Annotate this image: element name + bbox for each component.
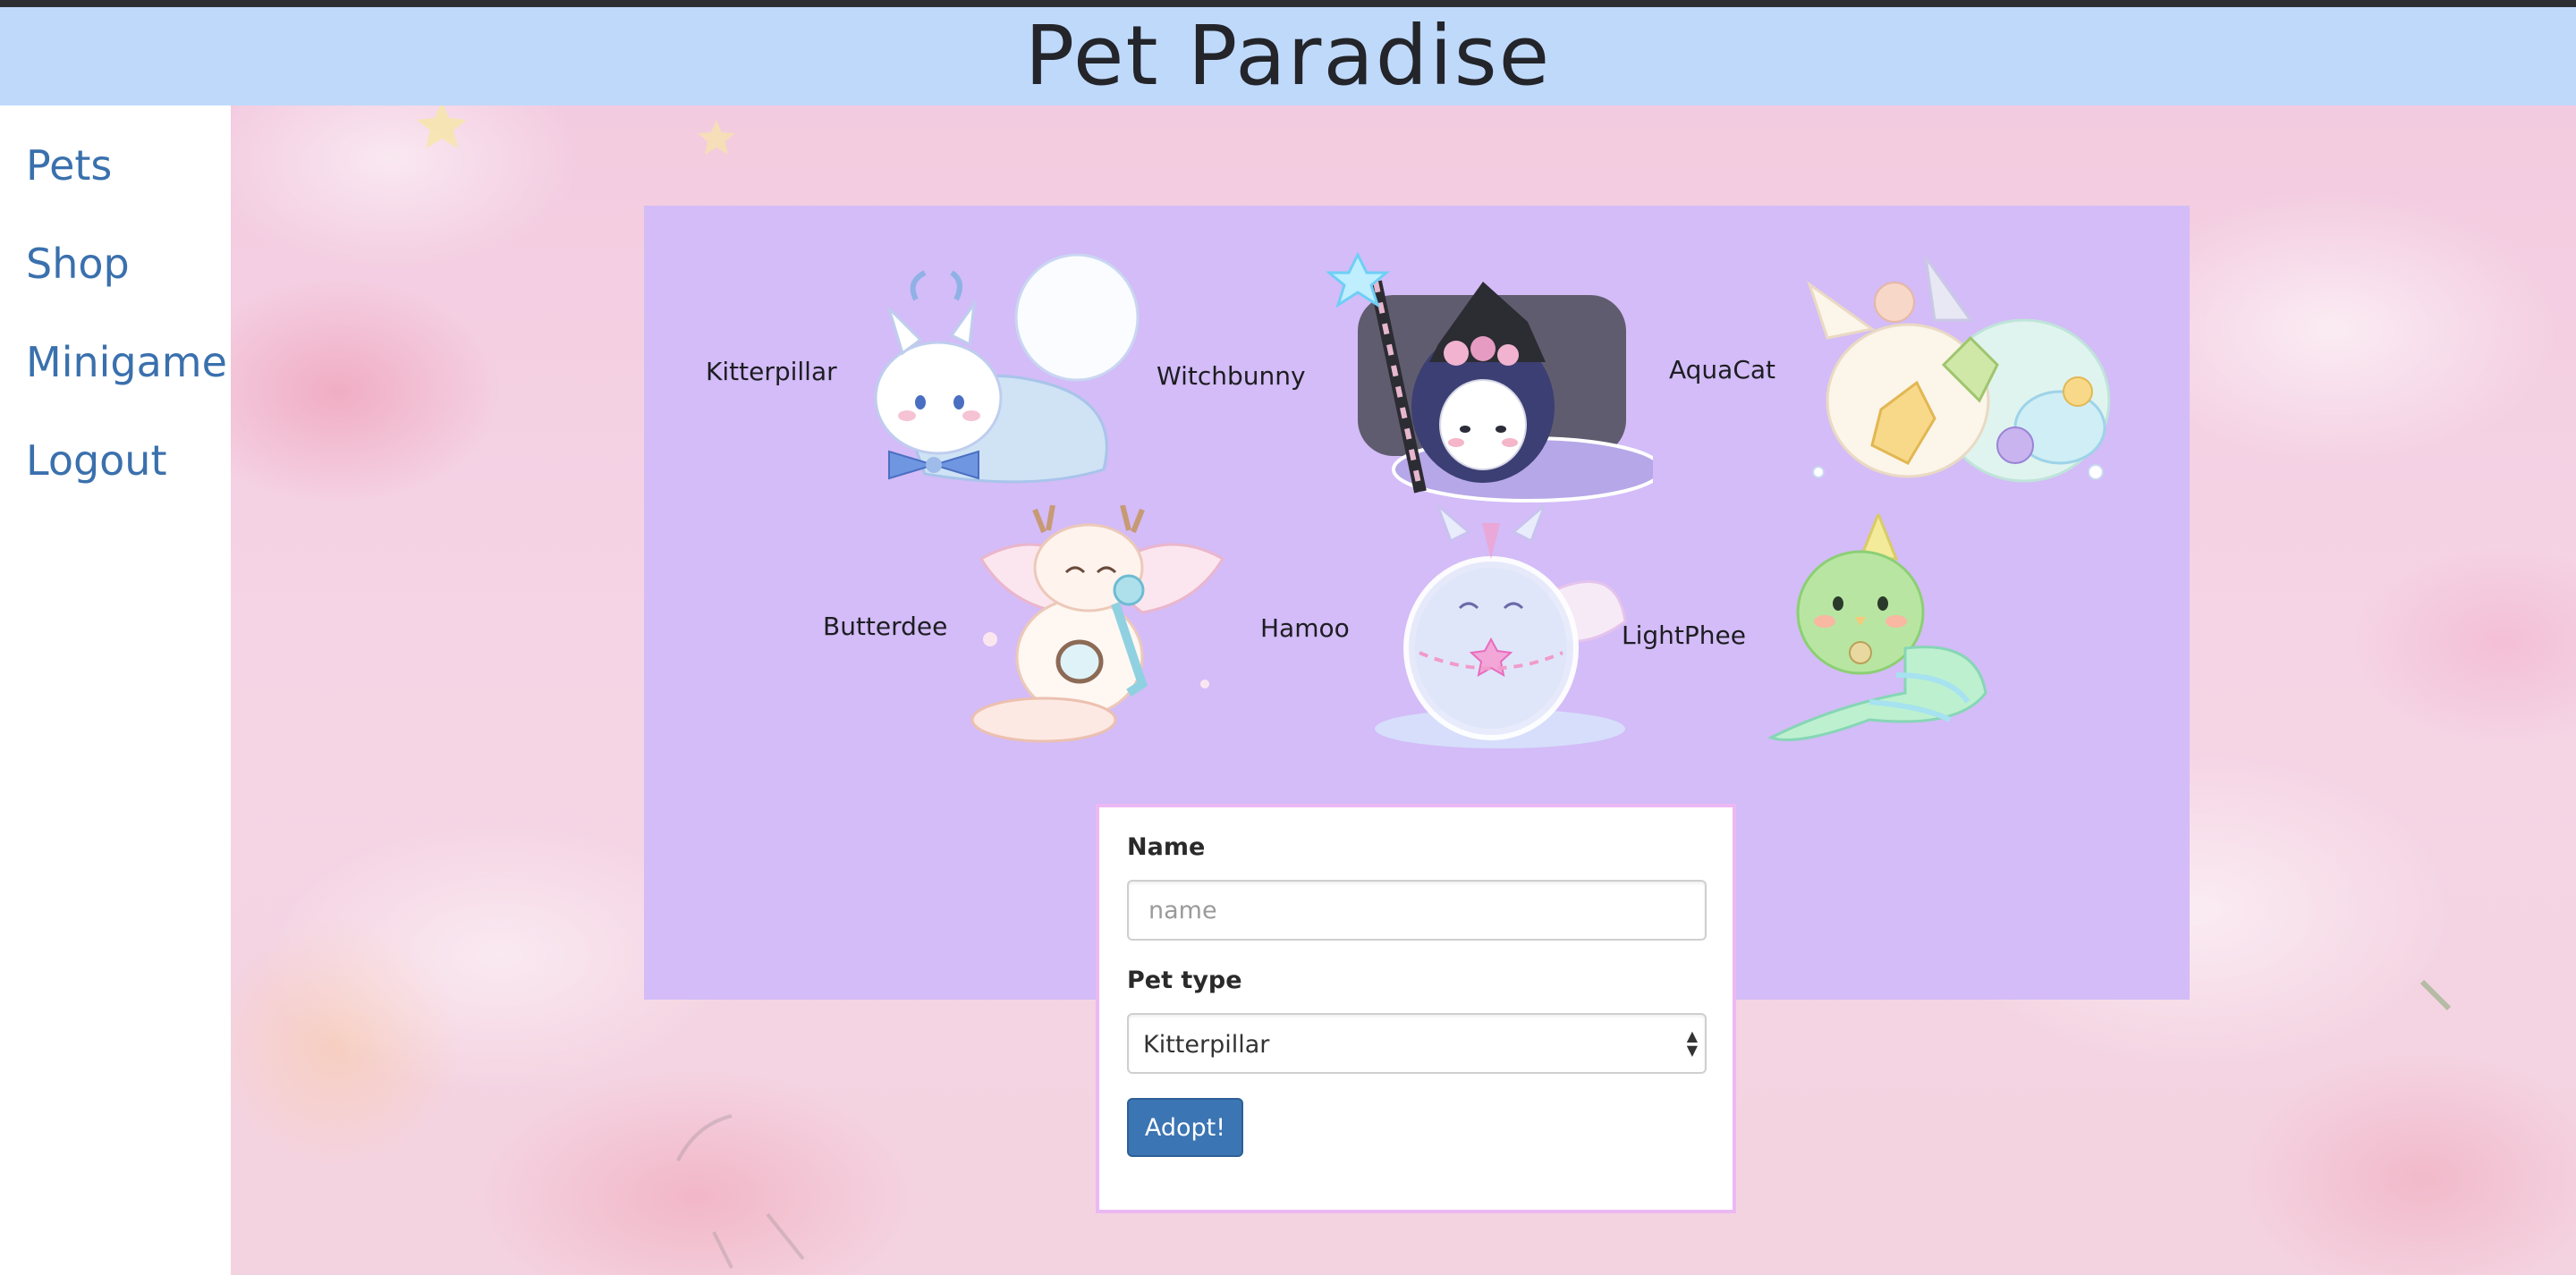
name-label: Name bbox=[1127, 833, 1206, 861]
adopt-form: Name Pet type Kitterpillar ▲▼ Adopt! bbox=[1096, 804, 1736, 1213]
sidebar-item-logout[interactable]: Logout bbox=[26, 436, 167, 485]
adopt-button[interactable]: Adopt! bbox=[1127, 1098, 1243, 1157]
green-bird-icon bbox=[1767, 514, 1987, 741]
name-input[interactable] bbox=[1127, 880, 1707, 941]
pet-name: Witchbunny bbox=[1157, 360, 1306, 391]
pet-type-select[interactable]: Kitterpillar ▲ ▼ bbox=[1127, 1013, 1707, 1074]
site-title: Pet Paradise bbox=[1024, 8, 1552, 104]
pet-name: AquaCat bbox=[1669, 354, 1776, 384]
pet-card-hamoo[interactable]: Hamoo bbox=[1260, 505, 1634, 751]
witch-bunny-icon bbox=[1325, 251, 1653, 502]
pet-name: Butterdee bbox=[823, 611, 948, 641]
pet-card-aquacat[interactable]: AquaCat bbox=[1669, 249, 2114, 490]
pet-type-label: Pet type bbox=[1127, 967, 1242, 994]
aqua-cat-icon bbox=[1807, 257, 2111, 483]
pet-card-lightphee[interactable]: LightPhee bbox=[1622, 514, 1995, 756]
sidebar-item-shop[interactable]: Shop bbox=[26, 240, 130, 288]
pet-name: Kitterpillar bbox=[706, 356, 837, 386]
select-arrows-icon: ▲ ▼ bbox=[1686, 1027, 1698, 1059]
sidebar-nav: Pets Shop Minigame Logout bbox=[0, 106, 231, 1275]
hamster-unicorn-icon bbox=[1374, 505, 1627, 748]
pet-card-kitterpillar[interactable]: Kitterpillar bbox=[706, 246, 1148, 496]
top-bar bbox=[0, 0, 2576, 7]
white-cat-caterpillar-icon bbox=[874, 253, 1140, 484]
pet-name: Hamoo bbox=[1260, 613, 1350, 643]
pet-card-butterdee[interactable]: Butterdee bbox=[823, 505, 1232, 747]
pet-card-witchbunny[interactable]: Witchbunny bbox=[1157, 246, 1653, 505]
butterfly-deer-icon bbox=[970, 505, 1225, 743]
pet-type-selected-value: Kitterpillar bbox=[1143, 1031, 1270, 1059]
site-header: Pet Paradise bbox=[0, 7, 2576, 106]
sidebar-item-minigame[interactable]: Minigame bbox=[26, 338, 227, 386]
sidebar-item-pets[interactable]: Pets bbox=[26, 141, 112, 190]
pet-name: LightPhee bbox=[1622, 620, 1746, 650]
